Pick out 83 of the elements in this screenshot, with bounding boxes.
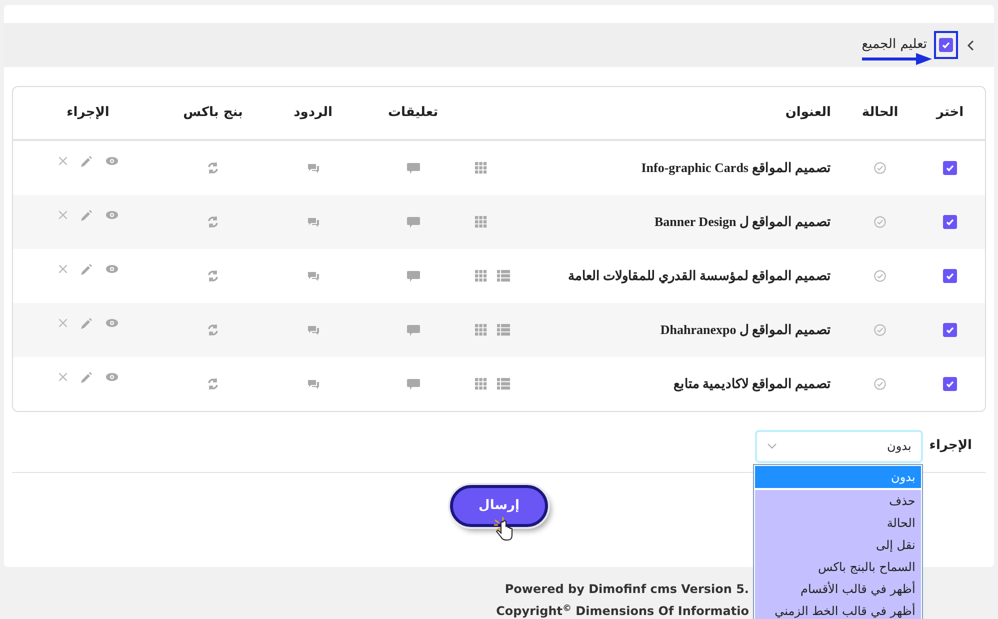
- replies-icon[interactable]: [306, 324, 320, 336]
- delete-icon[interactable]: [58, 157, 66, 165]
- list-icon[interactable]: [497, 324, 510, 336]
- column-header: الإجراء: [66, 104, 110, 122]
- dropdown-option[interactable]: أظهر في قالب الخط الزمني: [755, 600, 922, 619]
- refresh-icon[interactable]: [207, 324, 219, 336]
- column-header: الردود: [294, 104, 332, 122]
- grid-icon[interactable]: [475, 324, 487, 336]
- delete-icon[interactable]: [58, 319, 66, 327]
- edit-icon[interactable]: [80, 210, 92, 220]
- row-checkbox[interactable]: [943, 377, 957, 391]
- delete-icon[interactable]: [58, 265, 66, 273]
- checkmark-icon: [945, 379, 955, 389]
- view-icon[interactable]: [106, 157, 118, 165]
- select-all-label: تعليم الجميع: [862, 36, 927, 54]
- column-header: العنوان: [785, 104, 831, 122]
- footer-text: Powered by Dimofinf cms Version 5.: [504, 581, 749, 598]
- column-header: الحالة: [862, 104, 898, 122]
- replies-icon[interactable]: [306, 378, 320, 390]
- status-check-icon: [874, 378, 886, 390]
- column-header: بنج باكس: [183, 104, 243, 122]
- post-title[interactable]: تصميم المواقع لمؤسسة القدري للمقاولات العامة: [568, 266, 831, 286]
- delete-icon[interactable]: [58, 373, 66, 381]
- checkmark-icon: [945, 217, 955, 227]
- footer-text: Copyright$^{©}$ Dimensions Of Informatio: [496, 602, 749, 619]
- comment-icon[interactable]: [406, 324, 420, 336]
- post-title[interactable]: تصميم المواقع ل Banner Design: [654, 212, 831, 232]
- column-header: اختر: [936, 104, 964, 122]
- column-header: تعليقات: [388, 104, 438, 122]
- status-check-icon: [874, 324, 886, 336]
- row-checkbox[interactable]: [943, 215, 957, 229]
- post-title[interactable]: تصميم المواقع ل Dhahranexpo: [660, 320, 831, 340]
- dropdown-option[interactable]: الحالة: [755, 512, 922, 534]
- refresh-icon[interactable]: [207, 216, 219, 228]
- comment-icon[interactable]: [406, 162, 420, 174]
- status-check-icon: [874, 270, 886, 282]
- hand-cursor-icon: [494, 517, 514, 543]
- list-icon[interactable]: [497, 270, 510, 282]
- edit-icon[interactable]: [80, 264, 92, 274]
- replies-icon[interactable]: [306, 162, 320, 174]
- comment-icon[interactable]: [406, 270, 420, 282]
- view-icon[interactable]: [106, 319, 118, 327]
- checkmark-icon: [941, 40, 951, 50]
- replies-icon[interactable]: [306, 216, 320, 228]
- delete-icon[interactable]: [58, 211, 66, 219]
- comment-icon[interactable]: [406, 378, 420, 390]
- grid-icon[interactable]: [475, 270, 487, 282]
- action-select[interactable]: بدون: [755, 430, 924, 462]
- post-title[interactable]: تصميم المواقع لاكاديمية متابع: [673, 374, 831, 394]
- edit-icon[interactable]: [80, 318, 92, 328]
- list-icon[interactable]: [497, 378, 510, 390]
- row-checkbox[interactable]: [943, 161, 957, 175]
- view-icon[interactable]: [106, 373, 118, 381]
- arrow-icon: [862, 52, 932, 66]
- row-checkbox[interactable]: [943, 323, 957, 337]
- select-all-checkbox[interactable]: [939, 38, 953, 52]
- edit-icon[interactable]: [80, 156, 92, 166]
- action-label: الإجراء: [929, 437, 972, 456]
- status-check-icon: [874, 162, 886, 174]
- view-icon[interactable]: [106, 265, 118, 273]
- dropdown-option[interactable]: السماح بالبنج باكس: [755, 556, 922, 578]
- grid-icon[interactable]: [475, 162, 487, 174]
- chevron-icon[interactable]: [967, 40, 974, 50]
- refresh-icon[interactable]: [207, 270, 219, 282]
- caret-icon: [767, 443, 778, 449]
- row-checkbox[interactable]: [943, 269, 957, 283]
- edit-icon[interactable]: [80, 372, 92, 382]
- status-check-icon: [874, 216, 886, 228]
- checkmark-icon: [945, 163, 955, 173]
- post-title[interactable]: تصميم المواقع Info-graphic Cards: [641, 158, 831, 178]
- replies-icon[interactable]: [306, 270, 320, 282]
- checkmark-icon: [945, 325, 955, 335]
- comment-icon[interactable]: [406, 216, 420, 228]
- grid-icon[interactable]: [475, 378, 487, 390]
- grid-icon[interactable]: [475, 216, 487, 228]
- refresh-icon[interactable]: [207, 378, 219, 390]
- checkmark-icon: [945, 271, 955, 281]
- view-icon[interactable]: [106, 211, 118, 219]
- submit-button[interactable]: إرسال: [450, 485, 548, 527]
- dropdown-option[interactable]: حذف: [755, 490, 922, 512]
- refresh-icon[interactable]: [207, 162, 219, 174]
- dropdown-option[interactable]: أظهر في قالب الأقسام: [755, 578, 922, 600]
- dropdown-option[interactable]: نقل إلى: [755, 534, 922, 556]
